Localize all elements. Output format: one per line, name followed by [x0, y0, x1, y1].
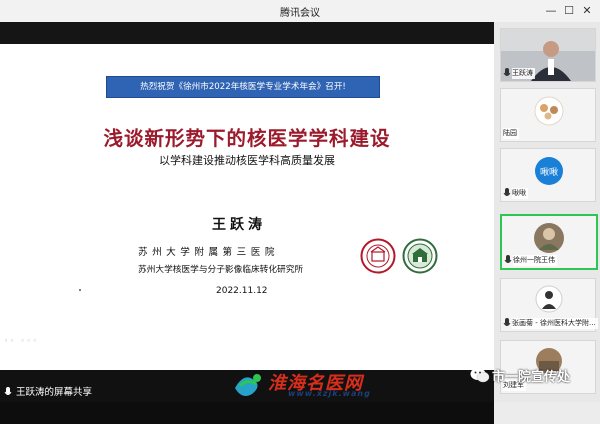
participant-tile-active[interactable]: 徐州一院王伟: [500, 214, 598, 270]
participant-tile[interactable]: 陆园: [500, 88, 596, 142]
hospital-logo-icon: [402, 238, 438, 274]
microphone-icon: [503, 188, 511, 196]
participant-tile[interactable]: 啾啾 啾啾: [500, 148, 596, 202]
close-button[interactable]: ✕: [576, 2, 598, 20]
slide-title: 浅谈新形势下的核医学学科建设: [103, 127, 391, 150]
slide-subtitle: 以学科建设推动核医学科高质量发展: [159, 154, 335, 167]
slide-dot: [79, 289, 81, 291]
microphone-icon: [503, 68, 511, 76]
window-title: 腾讯会议: [280, 8, 320, 19]
slide-affiliation-institute: 苏州大学核医学与分子影像临床转化研究所: [138, 265, 304, 275]
participant-tile[interactable]: 王跃涛: [500, 28, 596, 82]
wechat-icon: [470, 368, 490, 383]
microphone-icon: [503, 318, 511, 326]
screen-share-bar: [0, 402, 494, 424]
slide-affiliation-hospital: 苏州大学附属第三医院: [138, 247, 279, 258]
participant-name: 陆园: [503, 128, 519, 139]
window-titlebar: 腾讯会议 — ☐ ✕: [0, 0, 600, 22]
wechat-account-label: 市一院宣传处: [492, 370, 571, 385]
share-top-strip: [0, 22, 494, 44]
participant-name: 啾啾: [512, 188, 528, 199]
slide-date: 2022.11.12: [216, 286, 268, 296]
watermark-url: www.xzjk.wang: [288, 389, 371, 398]
avatar-initials: 啾啾: [539, 168, 558, 178]
screen-share-label: 王跃涛的屏幕共享: [16, 387, 93, 398]
participant-tile[interactable]: 张画菊 - 徐州医科大学附...: [500, 278, 598, 332]
participant-name: 徐州一院王伟: [513, 255, 557, 266]
participant-name: 张画菊 - 徐州医科大学附...: [512, 318, 598, 329]
microphone-icon: [4, 387, 12, 395]
watermark-logo-icon: [235, 374, 261, 396]
microphone-icon: [504, 255, 512, 263]
participant-name: 王跃涛: [512, 68, 535, 79]
slide-banner: 热烈祝贺《徐州市2022年核医学专业学术年会》召开!: [106, 76, 380, 98]
slide-author: 王跃涛: [212, 217, 266, 233]
university-seal-icon: [360, 238, 396, 274]
slide-nav-dots[interactable]: ◦◦ ◦◦◦: [4, 337, 39, 345]
